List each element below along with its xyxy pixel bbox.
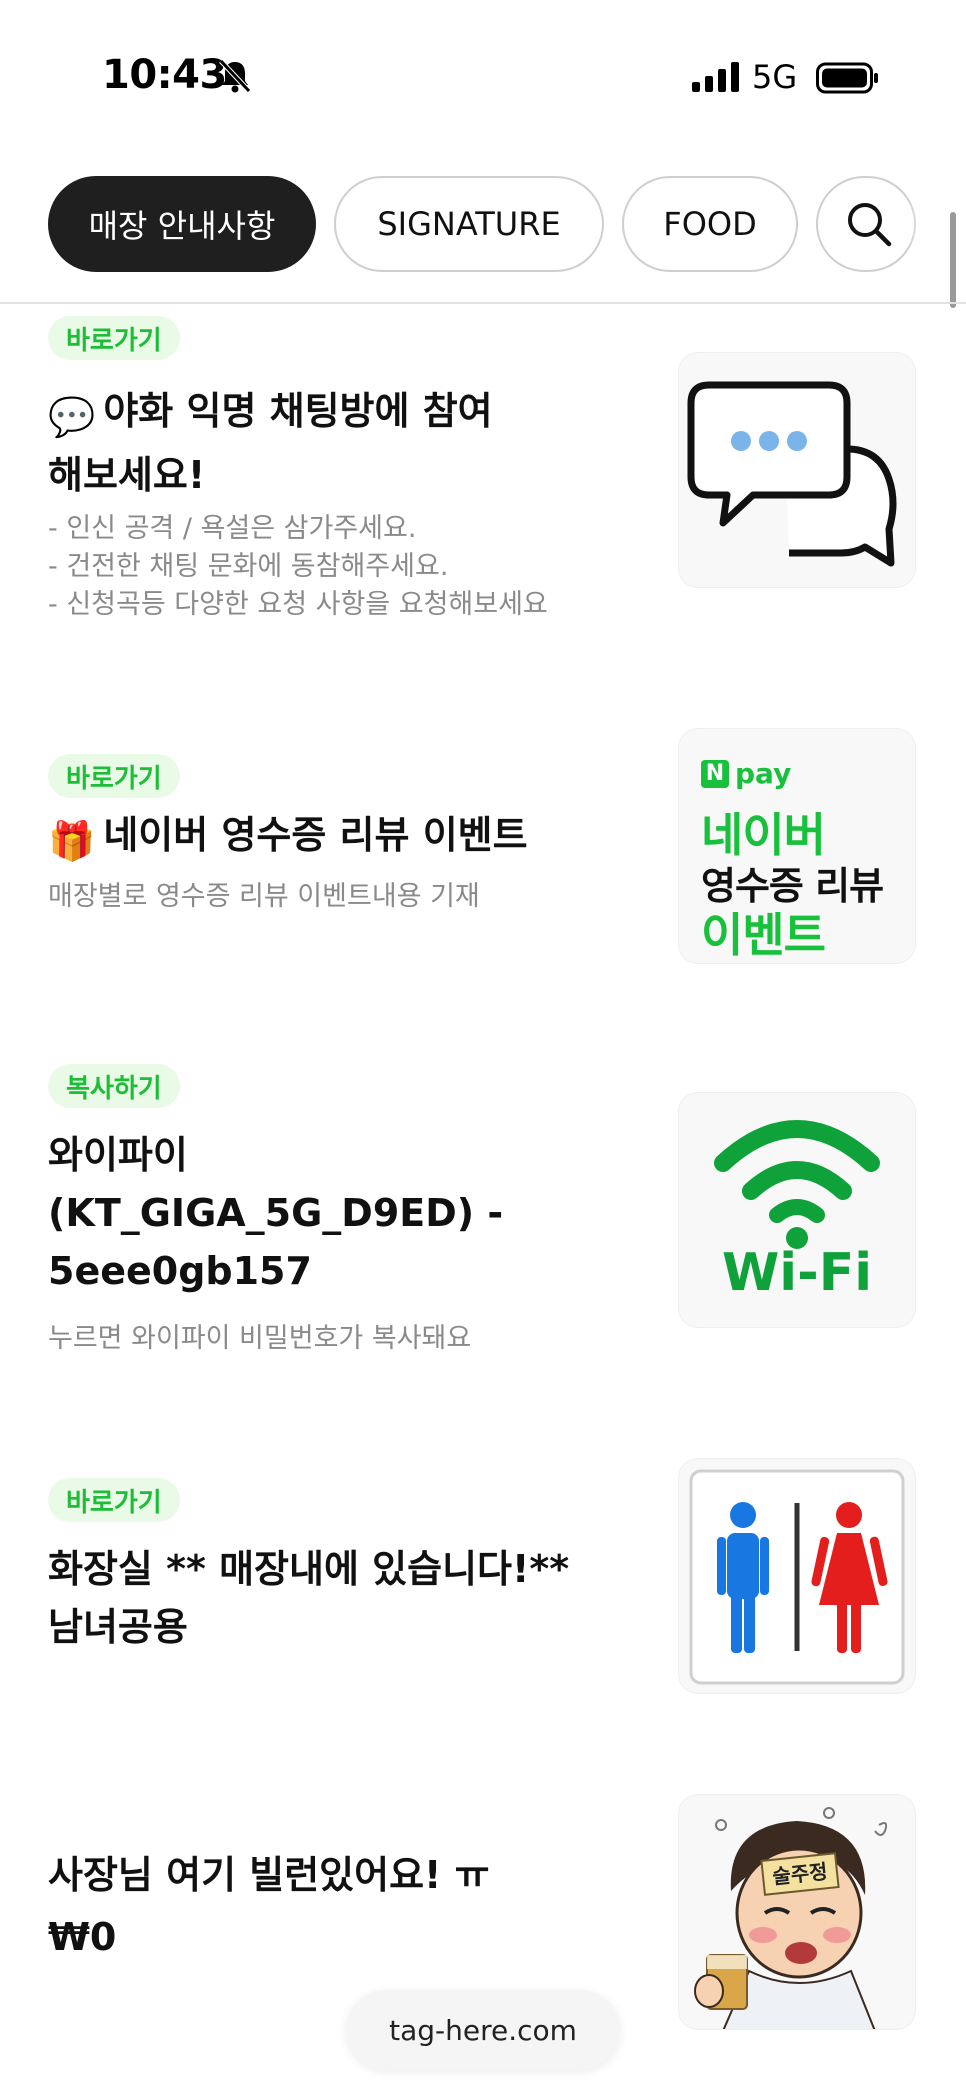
item-title: 화장실 ** 매장내에 있습니다!** 남녀공용 — [48, 1547, 570, 1649]
item-description: 매장별로 영수증 리뷰 이벤트내용 기재 — [48, 881, 480, 912]
battery-icon — [816, 62, 878, 94]
chat-thumbnail — [678, 352, 916, 588]
shortcut-badge[interactable]: 바로가기 — [48, 1478, 180, 1522]
item-title: 🎁 네이버 영수증 리뷰 이벤트 — [48, 806, 618, 870]
search-icon — [848, 203, 892, 247]
network-label: 5G — [752, 58, 798, 96]
search-button[interactable] — [816, 176, 916, 272]
item-description: - 인신 공격 / 욕설은 삼가주세요. - 건전한 채팅 문화에 동참해주세요… — [48, 513, 548, 620]
scrollbar[interactable] — [950, 212, 956, 308]
naver-review-thumbnail: Npay 네이버 영수증 리뷰 이벤트 — [678, 728, 916, 964]
drunk-man-thumbnail: 술주정 — [678, 1794, 916, 2030]
tabs-fade — [906, 176, 966, 276]
shortcut-badge[interactable]: 바로가기 — [48, 754, 180, 798]
restroom-thumbnail — [678, 1458, 916, 1694]
tab-store-notice[interactable]: 매장 안내사항 — [48, 176, 316, 272]
naver-n-icon: N — [701, 759, 729, 788]
status-bar: 10:43 5G — [0, 0, 966, 150]
gift-icon: 🎁 — [48, 819, 96, 863]
drunk-man-illustration: 술주정 — [694, 1807, 888, 2029]
chat-bubble-icon — [687, 381, 897, 567]
status-time: 10:43 — [102, 52, 227, 98]
copy-badge[interactable]: 복사하기 — [48, 1064, 180, 1108]
wifi-thumbnail: Wi-Fi — [678, 1092, 916, 1328]
item-title: 사장님 여기 빌런있어요! ㅠ — [48, 1853, 490, 1897]
item-title: 💬 야화 익명 채팅방에 참여 해보세요! — [48, 389, 493, 497]
bell-off-icon — [219, 59, 251, 93]
item-price: ₩0 — [48, 1915, 117, 1959]
wifi-icon — [714, 1120, 880, 1249]
tab-food[interactable]: FOOD — [622, 176, 798, 272]
tab-signature[interactable]: SIGNATURE — [334, 176, 604, 272]
shortcut-badge[interactable]: 바로가기 — [48, 316, 180, 360]
tabs-divider — [0, 302, 966, 304]
item-title: 와이파이 (KT_GIGA_5G_D9ED) - 5eee0gb157 — [48, 1133, 504, 1293]
npay-logo: Npay — [701, 757, 791, 790]
category-tabs: 매장 안내사항 SIGNATURE FOOD — [0, 176, 966, 276]
wifi-label: Wi-Fi — [721, 1243, 873, 1303]
item-description: 누르면 와이파이 비밀번호가 복사돼요 — [48, 1323, 472, 1354]
speech-bubble-icon: 💬 — [48, 395, 96, 439]
signal-icon — [692, 62, 739, 92]
restroom-icon — [689, 1469, 905, 1685]
footer-domain-pill[interactable]: tag-here.com — [346, 1990, 620, 2070]
